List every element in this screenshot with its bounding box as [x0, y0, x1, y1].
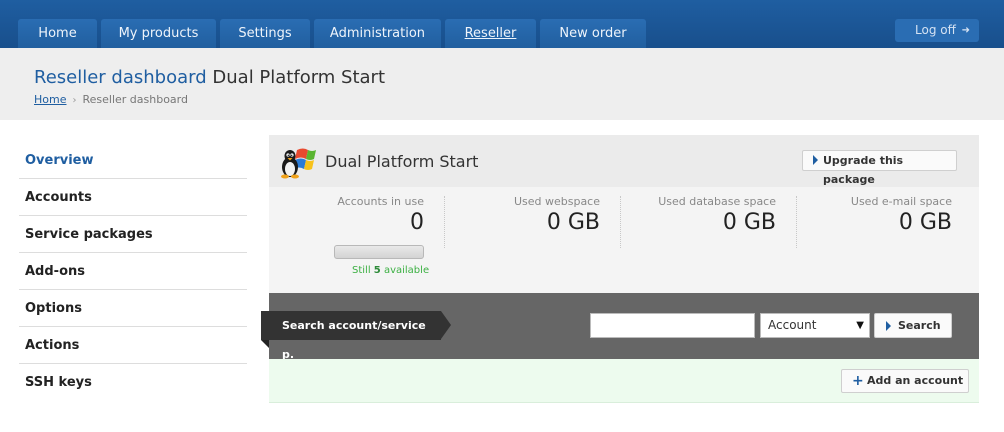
accounts-available-text: Still 5 available [352, 265, 430, 276]
package-panel: Dual Platform Start Upgrade this package… [269, 135, 979, 293]
breadcrumb: Home › Reseller dashboard [34, 93, 188, 106]
add-account-button[interactable]: + Add an account [841, 369, 969, 393]
package-header: Dual Platform Start Upgrade this package [269, 135, 979, 187]
sidebar-item-ssh-keys[interactable]: SSH keys [19, 364, 247, 401]
stat-divider [796, 196, 797, 248]
arrow-right-icon [886, 321, 891, 331]
page-header: Reseller dashboard Dual Platform Start H… [0, 48, 1004, 120]
sidebar-menu: Overview Accounts Service packages Add-o… [19, 142, 247, 401]
sidebar-item-actions[interactable]: Actions [19, 327, 247, 364]
breadcrumb-separator-icon: › [72, 95, 77, 106]
stat-accounts-in-use: Accounts in use 0 [337, 195, 424, 235]
upgrade-package-button[interactable]: Upgrade this package [802, 150, 957, 186]
plus-icon: + [852, 373, 864, 389]
top-navigation-bar: Home My products Settings Administration… [0, 0, 1004, 48]
search-type-select[interactable]: Account ▼ [760, 313, 870, 338]
stat-divider [444, 196, 445, 248]
tab-new-order[interactable]: New order [540, 19, 646, 48]
main-tabs: Home My products Settings Administration… [18, 19, 650, 48]
package-title: Dual Platform Start [325, 152, 479, 171]
stat-divider [620, 196, 621, 248]
sidebar-item-options[interactable]: Options [19, 290, 247, 327]
arrow-right-icon [813, 155, 818, 165]
sidebar-item-accounts[interactable]: Accounts [19, 179, 247, 216]
stat-used-webspace: Used webspace 0 GB [513, 195, 600, 235]
stat-used-email-space: Used e-mail space 0 GB [850, 195, 952, 235]
accounts-progress-bar [334, 245, 424, 259]
breadcrumb-home-link[interactable]: Home [34, 93, 66, 106]
logoff-arrow-icon: ➜ [961, 25, 970, 36]
tab-reseller[interactable]: Reseller [445, 19, 536, 48]
stat-used-database-space: Used database space 0 GB [658, 195, 776, 235]
sidebar-item-overview[interactable]: Overview [19, 142, 247, 179]
search-label: Search account/service p. [261, 311, 451, 361]
tab-administration[interactable]: Administration [314, 19, 441, 48]
tab-settings[interactable]: Settings [220, 19, 310, 48]
search-input[interactable] [590, 313, 755, 338]
search-button[interactable]: Search [874, 313, 952, 338]
breadcrumb-current: Reseller dashboard [82, 93, 188, 106]
tab-my-products[interactable]: My products [101, 19, 216, 48]
sidebar-item-add-ons[interactable]: Add-ons [19, 253, 247, 290]
log-off-button[interactable]: Log off ➜ [895, 19, 979, 42]
page-title: Reseller dashboard Dual Platform Start [34, 67, 386, 88]
caret-down-icon: ▼ [856, 320, 864, 331]
sidebar-item-service-packages[interactable]: Service packages [19, 216, 247, 253]
tab-home[interactable]: Home [18, 19, 97, 48]
search-label-fold [261, 340, 269, 348]
linux-windows-icon [281, 148, 316, 179]
